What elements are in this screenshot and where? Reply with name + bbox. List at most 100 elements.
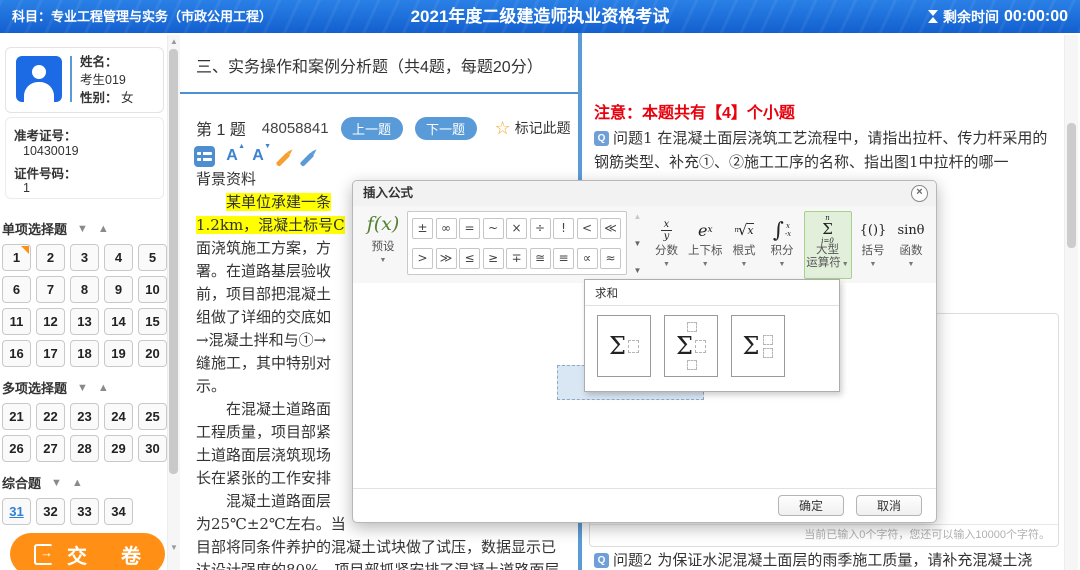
question-number-29[interactable]: 29: [104, 435, 133, 462]
insert-formula-icon[interactable]: [194, 146, 215, 167]
eq-group-supsub[interactable]: ex上下标▼: [688, 211, 723, 279]
question-number-5[interactable]: 5: [138, 244, 167, 271]
symbol-∞[interactable]: ∞: [436, 218, 457, 239]
question-number-7[interactable]: 7: [36, 276, 65, 303]
question-number-1[interactable]: 1: [2, 244, 31, 271]
question-number-31[interactable]: 31: [2, 498, 31, 525]
question-number-4[interactable]: 4: [104, 244, 133, 271]
question-number-24[interactable]: 24: [104, 403, 133, 430]
question-number-13[interactable]: 13: [70, 308, 99, 335]
question-number-2[interactable]: 2: [36, 244, 65, 271]
section-title-label: 综合题: [2, 473, 41, 492]
eq-group-nary[interactable]: nΣi=0大型运算符▼: [804, 211, 852, 279]
symbol-±[interactable]: ±: [412, 218, 433, 239]
font-decrease-icon[interactable]: A▼: [249, 147, 267, 165]
eq-group-frac[interactable]: xy分数▼: [650, 211, 683, 279]
exam-screen: 科目：专业工程管理与实务（市政公用工程） 2021年度二级建造师执业资格考试 剩…: [0, 0, 1080, 570]
scrollbar-thumb[interactable]: [169, 49, 178, 474]
close-icon[interactable]: ×: [911, 185, 928, 202]
scrollbar-thumb[interactable]: [1067, 123, 1076, 248]
question-number-33[interactable]: 33: [70, 498, 99, 525]
question-number-22[interactable]: 22: [36, 403, 65, 430]
expand-icon[interactable]: ▲: [72, 477, 83, 489]
question-number-3[interactable]: 3: [70, 244, 99, 271]
question-number-11[interactable]: 11: [2, 308, 31, 335]
star-icon[interactable]: ☆: [495, 119, 511, 137]
question-number-8[interactable]: 8: [70, 276, 99, 303]
sum-option-sub_sup[interactable]: Σ: [731, 315, 785, 377]
symbol-<[interactable]: <: [577, 218, 598, 239]
question-number-16[interactable]: 16: [2, 340, 31, 367]
gallery-scroll-up-icon[interactable]: ▲: [634, 212, 642, 222]
symbol-≈[interactable]: ≈: [600, 248, 621, 269]
symbol-=[interactable]: =: [459, 218, 480, 239]
question-number-34[interactable]: 34: [104, 498, 133, 525]
symbol-≥[interactable]: ≥: [483, 248, 504, 269]
sum-option-above_below[interactable]: Σ: [664, 315, 718, 377]
subject: 科目：专业工程管理与实务（市政公用工程）: [12, 0, 272, 33]
eq-group-root[interactable]: n√x根式▼: [728, 211, 761, 279]
pen-icon[interactable]: [300, 152, 315, 167]
question-number-9[interactable]: 9: [104, 276, 133, 303]
next-question-button[interactable]: 下一题: [415, 117, 477, 140]
mark-question[interactable]: ☆ 标记此题: [495, 118, 571, 138]
symbol-≪[interactable]: ≪: [600, 218, 621, 239]
symbol-≫[interactable]: ≫: [436, 248, 457, 269]
scroll-up-icon[interactable]: ▲: [168, 37, 180, 46]
question-text-fragment: →混凝土拌和与①→: [196, 331, 326, 349]
symbol-×[interactable]: ×: [506, 218, 527, 239]
eq-group-integral[interactable]: ∫x-x积分▼: [766, 211, 799, 279]
question-number-10[interactable]: 10: [138, 276, 167, 303]
collapse-icon[interactable]: ▼: [51, 477, 62, 489]
expand-icon[interactable]: ▲: [98, 382, 109, 394]
submit-paper-button[interactable]: → 交卷: [10, 533, 165, 570]
eq-group-plain[interactable]: sinθ函数▼: [895, 211, 928, 279]
sidebar-scrollbar[interactable]: ▲ ▼: [167, 35, 180, 570]
collapse-icon[interactable]: ▼: [77, 382, 88, 394]
question-number-12[interactable]: 12: [36, 308, 65, 335]
highlighter-icon[interactable]: [276, 152, 291, 167]
gallery-scrollbar: ▲ ▼ ▼: [631, 212, 644, 276]
symbol-≤[interactable]: ≤: [459, 248, 480, 269]
preset-dropdown[interactable]: f(x) 预设 ▼: [363, 212, 403, 265]
gallery-scroll-down-icon[interactable]: ▼: [634, 239, 642, 249]
question-number-32[interactable]: 32: [36, 498, 65, 525]
symbol-∝[interactable]: ∝: [577, 248, 598, 269]
symbol-~[interactable]: ~: [483, 218, 504, 239]
cancel-button[interactable]: 取消: [856, 495, 922, 516]
question-number-28[interactable]: 28: [70, 435, 99, 462]
sum-option-plain[interactable]: Σ: [597, 315, 651, 377]
exam-title: 2021年度二级建造师执业资格考试: [411, 0, 670, 33]
answer-footer: 当前已输入0个字符，您还可以输入10000个字符。: [590, 524, 1058, 546]
question-number-19[interactable]: 19: [104, 340, 133, 367]
question-number-27[interactable]: 27: [36, 435, 65, 462]
question-number-15[interactable]: 15: [138, 308, 167, 335]
question-number-18[interactable]: 18: [70, 340, 99, 367]
symbol-≅[interactable]: ≅: [530, 248, 551, 269]
answer-scrollbar[interactable]: [1064, 35, 1078, 570]
symbol-∓[interactable]: ∓: [506, 248, 527, 269]
question-number-23[interactable]: 23: [70, 403, 99, 430]
symbol-÷[interactable]: ÷: [530, 218, 551, 239]
eq-group-plain[interactable]: {()}括号▼: [857, 211, 890, 279]
collapse-icon[interactable]: ▼: [77, 223, 88, 235]
ok-button[interactable]: 确定: [778, 495, 844, 516]
dialog-titlebar[interactable]: 插入公式 ×: [353, 181, 936, 207]
question-number-20[interactable]: 20: [138, 340, 167, 367]
hourglass-icon: [928, 10, 938, 23]
question-number-26[interactable]: 26: [2, 435, 31, 462]
question-number-14[interactable]: 14: [104, 308, 133, 335]
question-number-17[interactable]: 17: [36, 340, 65, 367]
question-number-30[interactable]: 30: [138, 435, 167, 462]
question-number-21[interactable]: 21: [2, 403, 31, 430]
symbol->[interactable]: >: [412, 248, 433, 269]
symbol-≡[interactable]: ≡: [553, 248, 574, 269]
font-increase-icon[interactable]: A▲: [223, 147, 241, 165]
symbol-![interactable]: !: [553, 218, 574, 239]
gallery-more-icon[interactable]: ▼: [634, 266, 642, 276]
question-number-6[interactable]: 6: [2, 276, 31, 303]
prev-question-button[interactable]: 上一题: [341, 117, 403, 140]
expand-icon[interactable]: ▲: [98, 223, 109, 235]
equation-editor-area[interactable]: 求和 ΣΣΣ: [353, 283, 936, 489]
question-number-25[interactable]: 25: [138, 403, 167, 430]
